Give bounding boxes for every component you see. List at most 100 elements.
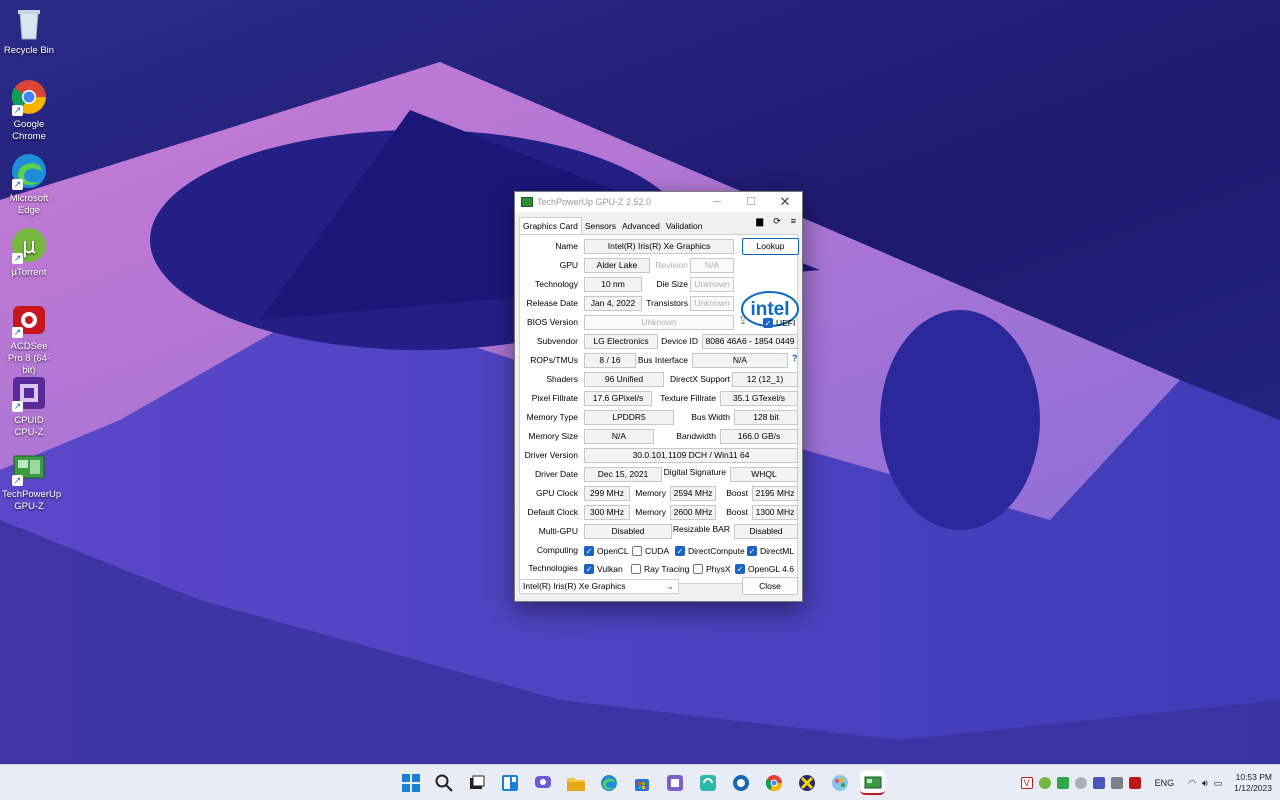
share-icon[interactable]: ⇪ xyxy=(738,313,748,327)
driver-date-field: Dec 15, 2021 xyxy=(584,467,662,482)
desktop-icon-google-chrome[interactable]: ↗ Google Chrome xyxy=(2,78,56,143)
cuda-checkbox[interactable]: CUDA xyxy=(632,545,669,557)
device-id-label: Device ID xyxy=(661,336,698,346)
release-date-field: Jan 4, 2022 xyxy=(584,296,642,311)
paint-icon[interactable] xyxy=(827,770,852,795)
desktop-icon-microsoft-edge[interactable]: ↗ Microsoft Edge xyxy=(2,152,56,217)
transistors-field: Unknown xyxy=(690,296,734,311)
edge-taskbar-icon[interactable] xyxy=(596,770,621,795)
maximize-icon[interactable]: ☐ xyxy=(734,192,768,212)
technology-label: Technology xyxy=(534,279,578,289)
teams-icon[interactable] xyxy=(1092,777,1105,789)
refresh-icon[interactable]: ⟳ xyxy=(773,216,781,227)
search-icon[interactable] xyxy=(431,770,456,795)
circle-app-icon[interactable] xyxy=(728,770,753,795)
memory-size-field: N/A xyxy=(584,429,654,444)
opengl-label: OpenGL 4.6 xyxy=(748,564,794,574)
acdsee-icon: ↗ xyxy=(10,300,48,338)
device-select[interactable]: Intel(R) Iris(R) Xe Graphics ⌄ xyxy=(519,579,679,594)
gpu-boost-label: Boost xyxy=(726,488,748,498)
directx-label: DirectX Support xyxy=(670,374,730,384)
tab-sensors[interactable]: Sensors xyxy=(582,218,619,234)
pixel-fillrate-field: 17.6 GPixel/s xyxy=(584,391,652,406)
desktop-icon-cpuz[interactable]: ↗ CPUID CPU-Z xyxy=(2,374,56,439)
volume-icon[interactable]: 🔊︎ xyxy=(1202,778,1208,789)
battery-icon[interactable]: ▭ xyxy=(1214,778,1223,789)
vulkan-label: Vulkan xyxy=(597,564,623,574)
directcompute-checkbox[interactable]: ✓ DirectCompute xyxy=(675,545,745,557)
shortcut-arrow-icon: ↗ xyxy=(12,105,23,116)
file-explorer-icon[interactable] xyxy=(563,770,588,795)
bus-interface-field: N/A xyxy=(692,353,788,368)
desktop-icon-label: Microsoft Edge xyxy=(9,193,49,216)
tab-advanced[interactable]: Advanced xyxy=(619,218,663,234)
default-memory-label: Memory xyxy=(635,507,666,517)
lookup-button[interactable]: Lookup xyxy=(742,238,799,255)
subvendor-label: Subvendor xyxy=(536,336,578,346)
transistors-label: Transistors xyxy=(646,298,688,308)
opengl-checkbox[interactable]: ✓ OpenGL 4.6 xyxy=(735,563,794,575)
bios-label: BIOS Version xyxy=(526,317,578,327)
desktop-icon-acdsee[interactable]: ↗ ACDSee Pro 8 (64-bit) xyxy=(2,300,56,377)
shield-icon[interactable] xyxy=(1056,777,1069,789)
opencl-checkbox[interactable]: ✓ OpenCL xyxy=(584,545,629,557)
checkbox-checked-icon: ✓ xyxy=(735,564,745,574)
texture-fillrate-field: 35.1 GTexel/s xyxy=(720,391,798,406)
language-indicator[interactable]: ENG xyxy=(1155,778,1175,788)
desktop-icon-recycle-bin[interactable]: Recycle Bin xyxy=(2,4,56,57)
uefi-checkbox[interactable]: ✓ UEFI xyxy=(763,317,795,329)
cpuz-icon: ↗ xyxy=(10,374,48,412)
mcafee-icon[interactable] xyxy=(1128,777,1141,789)
edge-icon: ↗ xyxy=(10,152,48,190)
store-icon[interactable] xyxy=(629,770,654,795)
utorrent-tray-icon[interactable] xyxy=(1038,777,1051,789)
texture-fillrate-label: Texture Fillrate xyxy=(660,393,716,403)
task-view-icon[interactable] xyxy=(464,770,489,795)
chat-icon[interactable] xyxy=(530,770,555,795)
chrome-icon: ↗ xyxy=(10,78,48,116)
vulkan-checkbox[interactable]: ✓ Vulkan xyxy=(584,563,623,575)
sync-app-icon[interactable] xyxy=(695,770,720,795)
minimize-icon[interactable]: ─ xyxy=(700,192,734,212)
shortcut-arrow-icon: ↗ xyxy=(12,401,23,412)
ray-tracing-checkbox[interactable]: Ray Tracing xyxy=(631,563,689,575)
start-button[interactable] xyxy=(398,770,423,795)
chrome-taskbar-icon[interactable] xyxy=(761,770,786,795)
name-field: Intel(R) Iris(R) Xe Graphics xyxy=(584,239,734,254)
name-label: Name xyxy=(555,241,578,251)
menu-icon[interactable]: ≡ xyxy=(791,216,796,227)
bus-help-icon[interactable]: ? xyxy=(792,353,798,363)
revision-field: N/A xyxy=(690,258,734,273)
clock[interactable]: 10:53 PM 1/12/2023 xyxy=(1234,772,1272,794)
gpuz-app-icon xyxy=(521,197,533,207)
window-titlebar[interactable]: TechPowerUp GPU-Z 2.52.0 ─ ☐ ✕ xyxy=(515,192,802,212)
checkbox-unchecked-icon xyxy=(631,564,641,574)
gpuz-taskbar-icon[interactable] xyxy=(860,770,885,795)
xbox-icon[interactable] xyxy=(794,770,819,795)
bus-width-label: Bus Width xyxy=(691,412,730,422)
tab-graphics-card[interactable]: Graphics Card xyxy=(519,217,582,234)
rops-label: ROPs/TMUs xyxy=(530,355,578,365)
close-icon[interactable]: ✕ xyxy=(768,192,802,212)
default-boost-label: Boost xyxy=(726,507,748,517)
desktop-icon-gpuz[interactable]: ↗ TechPowerUp GPU-Z xyxy=(2,448,62,513)
physx-checkbox[interactable]: PhysX xyxy=(693,563,731,575)
shaders-label: Shaders xyxy=(546,374,578,384)
cloud-icon[interactable] xyxy=(1074,777,1087,789)
default-clock-label: Default Clock xyxy=(527,507,578,517)
desktop-icon-label: µTorrent xyxy=(11,267,47,278)
tab-validation[interactable]: Validation xyxy=(663,218,706,234)
desktop-icon-label: TechPowerUp GPU-Z xyxy=(2,489,62,512)
directml-checkbox[interactable]: ✓ DirectML xyxy=(747,545,794,557)
app-icon-purple[interactable] xyxy=(662,770,687,795)
close-button[interactable]: Close xyxy=(742,577,798,595)
desktop-icon-utorrent[interactable]: µ ↗ µTorrent xyxy=(2,226,56,279)
shaders-field: 96 Unified xyxy=(584,372,664,387)
wifi-icon[interactable]: ◠ xyxy=(1188,778,1196,789)
shortcut-arrow-icon: ↗ xyxy=(12,253,23,264)
security-icon[interactable] xyxy=(1110,777,1123,789)
antivirus-icon[interactable]: V xyxy=(1020,777,1033,789)
directcompute-label: DirectCompute xyxy=(688,546,745,556)
widgets-icon[interactable] xyxy=(497,770,522,795)
screenshot-icon[interactable]: ▆ xyxy=(756,216,763,227)
